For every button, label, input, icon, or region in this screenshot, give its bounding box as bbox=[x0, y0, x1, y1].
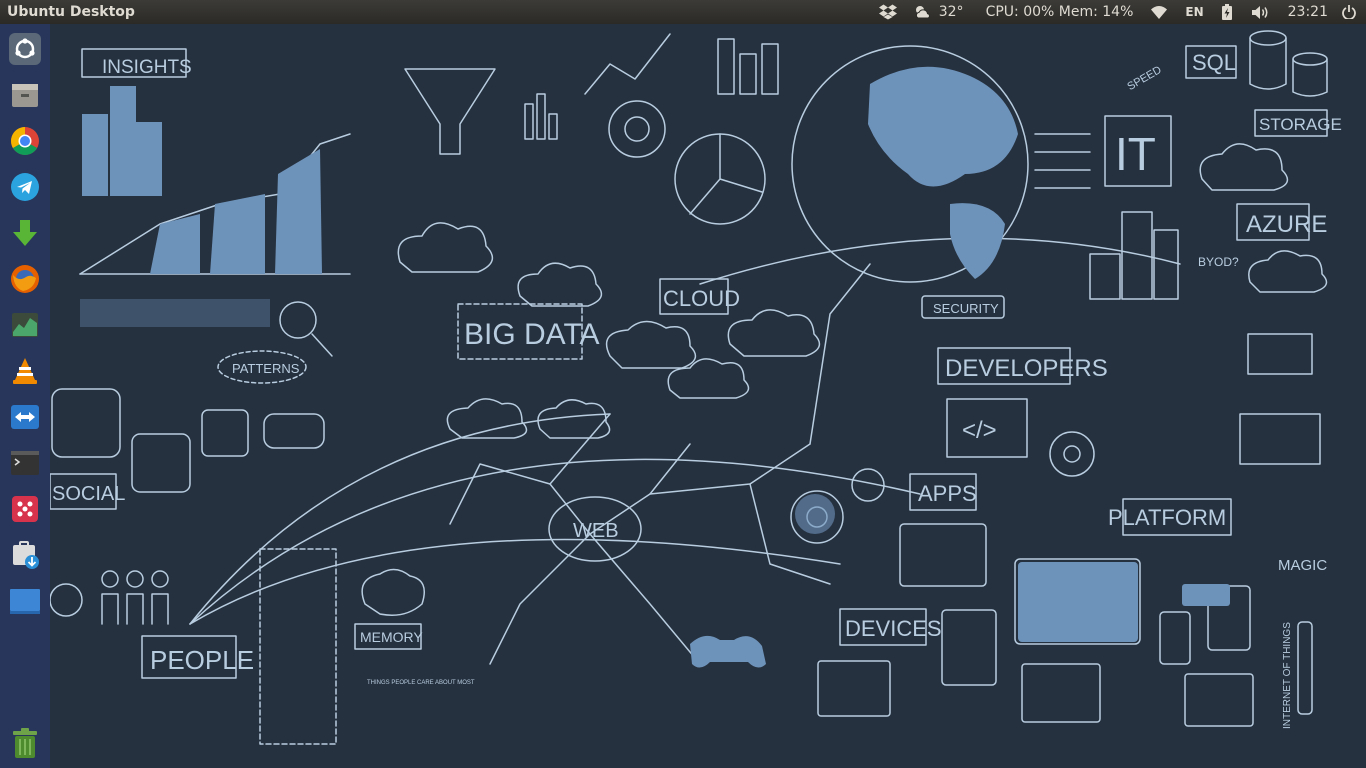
launcher-firefox[interactable] bbox=[5, 259, 45, 299]
download-arrow-icon bbox=[13, 220, 37, 246]
label-patterns: PATTERNS bbox=[232, 361, 300, 376]
show-desktop-icon bbox=[10, 589, 40, 614]
launcher-software-installer[interactable] bbox=[5, 535, 45, 575]
launcher-ubuntu-dash[interactable] bbox=[5, 29, 45, 69]
partly-cloudy-icon bbox=[915, 6, 930, 19]
system-monitor-text: CPU: 00% Mem: 14% bbox=[985, 4, 1134, 20]
weather-temperature: 32° bbox=[938, 4, 964, 20]
session-indicator[interactable] bbox=[1340, 0, 1366, 24]
app-title: Ubuntu Desktop bbox=[7, 4, 135, 20]
label-web: WEB bbox=[573, 520, 619, 542]
label-it: IT bbox=[1115, 128, 1156, 180]
power-icon bbox=[1342, 5, 1356, 19]
label-byod: BYOD? bbox=[1198, 255, 1239, 269]
battery-indicator[interactable] bbox=[1212, 0, 1242, 24]
label-storage: STORAGE bbox=[1259, 115, 1342, 134]
launcher-trash[interactable] bbox=[5, 723, 45, 763]
chrome-icon bbox=[11, 127, 39, 155]
files-icon bbox=[12, 84, 38, 107]
launcher-remote-desktop[interactable] bbox=[5, 397, 45, 437]
indicator-area: 32° CPU: 00% Mem: 14% EN 23:21 bbox=[871, 0, 1366, 24]
dropbox-icon bbox=[878, 4, 897, 20]
label-memory: MEMORY bbox=[360, 629, 423, 645]
label-cloud: CLOUD bbox=[663, 286, 740, 311]
launcher-telegram[interactable] bbox=[5, 167, 45, 207]
system-monitor-icon bbox=[12, 313, 38, 337]
remote-desktop-icon bbox=[11, 405, 39, 429]
clock-indicator[interactable]: 23:21 bbox=[1280, 0, 1340, 24]
label-security: SECURITY bbox=[933, 301, 999, 316]
launcher-downloader[interactable] bbox=[5, 213, 45, 253]
launcher-terminal[interactable] bbox=[5, 443, 45, 483]
firefox-icon bbox=[11, 265, 39, 293]
vlc-icon bbox=[13, 358, 37, 384]
launcher-files[interactable] bbox=[5, 75, 45, 115]
keyboard-indicator[interactable]: EN bbox=[1177, 0, 1211, 24]
keyboard-layout: EN bbox=[1185, 5, 1204, 19]
system-load-indicator[interactable]: CPU: 00% Mem: 14% bbox=[978, 0, 1142, 24]
desktop-wallpaper: INSIGHTS BIG DATA CLOUD PATTERNS SOCIAL … bbox=[50, 24, 1366, 768]
ubuntu-logo-icon bbox=[9, 33, 41, 65]
label-magic: MAGIC bbox=[1278, 557, 1327, 574]
label-people: PEOPLE bbox=[150, 645, 254, 675]
package-install-icon bbox=[13, 541, 39, 569]
speaker-volume-icon bbox=[1251, 5, 1268, 19]
sound-indicator[interactable] bbox=[1242, 0, 1280, 24]
grab-icon bbox=[12, 496, 38, 522]
launcher-vlc[interactable] bbox=[5, 351, 45, 391]
wifi-icon bbox=[1151, 5, 1168, 19]
label-platform: PLATFORM bbox=[1108, 505, 1226, 530]
label-social: SOCIAL bbox=[52, 483, 125, 505]
launcher-system-monitor[interactable] bbox=[5, 305, 45, 345]
label-azure: AZURE bbox=[1246, 211, 1327, 238]
label-developers: DEVELOPERS bbox=[945, 355, 1108, 382]
clock-time: 23:21 bbox=[1287, 4, 1328, 20]
label-sql: SQL bbox=[1192, 50, 1236, 75]
trash-icon bbox=[13, 728, 37, 758]
terminal-icon bbox=[11, 451, 39, 475]
telegram-icon bbox=[11, 173, 39, 201]
launcher-chrome[interactable] bbox=[5, 121, 45, 161]
dropbox-indicator[interactable] bbox=[871, 0, 905, 24]
label-internet-of-things: INTERNET OF THINGS bbox=[1282, 622, 1293, 729]
top-panel: Ubuntu Desktop 32° CPU: 00% Mem: 14% EN bbox=[0, 0, 1366, 24]
battery-charging-icon bbox=[1221, 4, 1232, 20]
label-insights: INSIGHTS bbox=[102, 57, 192, 78]
network-indicator[interactable] bbox=[1141, 0, 1177, 24]
label-big-data: BIG DATA bbox=[464, 318, 600, 351]
big-data-doodle-wallpaper: INSIGHTS BIG DATA CLOUD PATTERNS SOCIAL … bbox=[50, 24, 1366, 768]
launcher-show-desktop[interactable] bbox=[5, 581, 45, 621]
label-apps: APPS bbox=[918, 481, 977, 506]
unity-launcher bbox=[0, 24, 50, 768]
weather-indicator[interactable]: 32° bbox=[905, 0, 978, 24]
label-devices: DEVICES bbox=[845, 616, 942, 641]
label-things-people-care: THINGS PEOPLE CARE ABOUT MOST bbox=[367, 680, 475, 686]
launcher-screen-grab[interactable] bbox=[5, 489, 45, 529]
label-code-brackets: </> bbox=[962, 417, 997, 444]
